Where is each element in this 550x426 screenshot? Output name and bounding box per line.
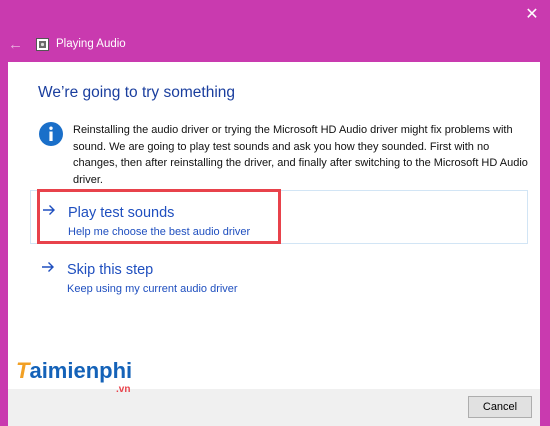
skip-this-step-option[interactable]: Skip this step Keep using my current aud… xyxy=(30,248,528,302)
watermark-name: aimienphi xyxy=(29,358,133,383)
play-test-sounds-option[interactable]: Play test sounds Help me choose the best… xyxy=(30,190,528,244)
window-title: Playing Audio xyxy=(56,38,126,50)
watermark-suffix: .vn xyxy=(116,384,131,395)
watermark-logo: Taimienphi xyxy=(16,358,132,384)
option-subtitle: Help me choose the best audio driver xyxy=(68,226,251,238)
option-title[interactable]: Skip this step xyxy=(67,262,153,279)
close-button[interactable]: ✕ xyxy=(520,4,544,26)
arrow-right-icon xyxy=(43,205,55,215)
back-arrow-icon[interactable]: ← xyxy=(8,36,24,54)
info-icon xyxy=(39,122,63,146)
info-description: Reinstalling the audio driver or trying … xyxy=(73,124,528,186)
page-title: We’re going to try something xyxy=(38,84,236,101)
title-bar: ✕ xyxy=(0,0,550,30)
dialog-content: We’re going to try something Reinstallin… xyxy=(8,62,540,389)
arrow-right-icon xyxy=(42,262,54,272)
watermark-first-letter: T xyxy=(16,358,30,383)
cancel-button[interactable]: Cancel xyxy=(468,396,532,418)
option-subtitle: Keep using my current audio driver xyxy=(67,283,238,295)
option-title[interactable]: Play test sounds xyxy=(68,205,174,222)
taimienphi-watermark: Taimienphi .vn xyxy=(16,358,156,398)
speaker-icon xyxy=(36,38,49,51)
window-header: ← Playing Audio xyxy=(0,30,550,62)
